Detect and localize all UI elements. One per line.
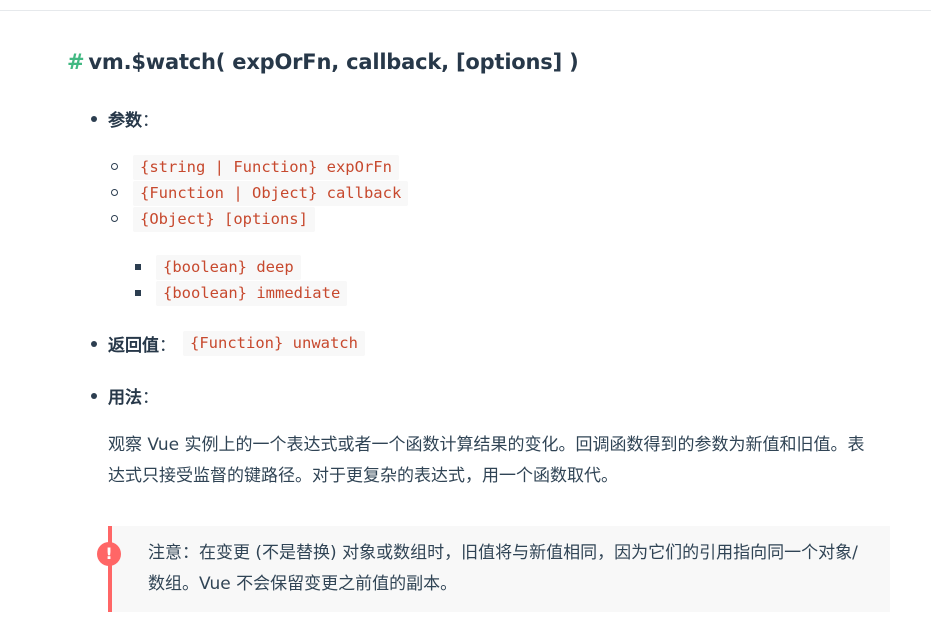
params-colon: ： — [142, 111, 159, 131]
param-expOrFn: {string | Function} expOrFn — [133, 155, 399, 180]
list-bullet-circle — [111, 163, 118, 170]
list-bullet — [91, 341, 97, 347]
params-label-text: 参数 — [108, 111, 142, 131]
option-deep: {boolean} deep — [156, 255, 301, 280]
option-immediate: {boolean} immediate — [156, 281, 348, 306]
list-bullet — [91, 116, 97, 122]
list-bullet-square — [135, 264, 141, 270]
returns-value: {Function} unwatch — [183, 331, 365, 356]
warning-tip: ! 注意：在变更 (不是替换) 对象或数组时，旧值将与新值相同，因为它们的引用指… — [97, 526, 890, 612]
usage-label: 用法： — [108, 383, 159, 408]
tip-text: 注意：在变更 (不是替换) 对象或数组时，旧值将与新值相同，因为它们的引用指向同… — [148, 543, 858, 594]
heading-title: vm.$watch( expOrFn, callback, [options] … — [88, 50, 579, 74]
params-label: 参数： — [108, 106, 159, 131]
heading-anchor-link[interactable]: # — [67, 50, 85, 74]
returns-label: 返回值： — [108, 331, 176, 356]
param-options: {Object} [options] — [133, 207, 315, 232]
usage-label-text: 用法 — [108, 388, 142, 408]
exclamation-icon: ! — [97, 542, 121, 566]
returns-colon: ： — [159, 336, 176, 356]
list-bullet-circle — [111, 189, 118, 196]
section-heading: # vm.$watch( expOrFn, callback, [options]… — [67, 50, 579, 74]
usage-colon: ： — [142, 388, 159, 408]
list-bullet — [91, 393, 97, 399]
param-callback: {Function | Object} callback — [133, 181, 409, 206]
api-doc-section: # vm.$watch( expOrFn, callback, [options]… — [0, 0, 931, 639]
usage-description: 观察 Vue 实例上的一个表达式或者一个函数计算结果的变化。回调函数得到的参数为… — [108, 435, 865, 486]
list-bullet-square — [135, 290, 141, 296]
returns-label-text: 返回值 — [108, 336, 159, 356]
list-bullet-circle — [111, 215, 118, 222]
